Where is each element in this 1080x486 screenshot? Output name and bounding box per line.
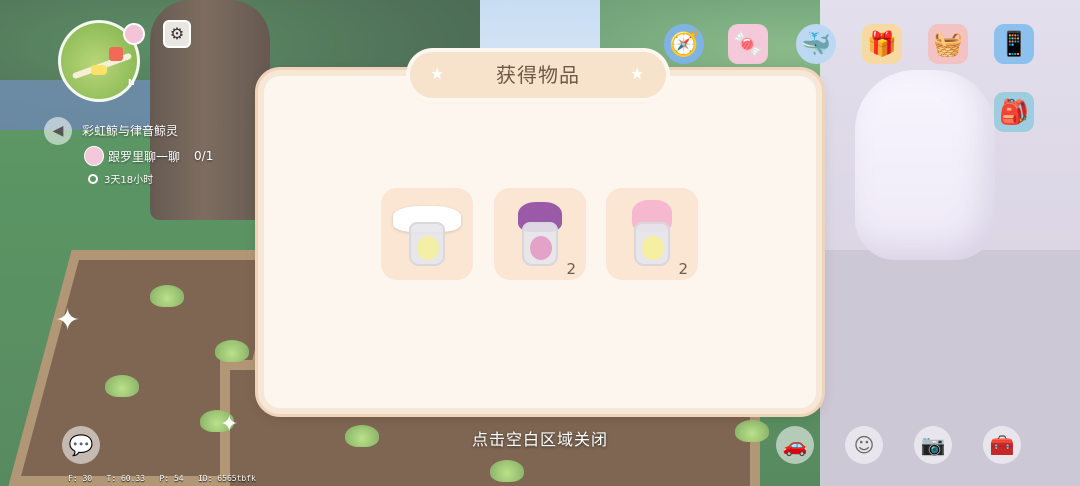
toolbox-icon[interactable]: 🧰: [983, 426, 1021, 464]
reward-item-mymelody-jar[interactable]: 2: [606, 188, 698, 280]
emote-icon[interactable]: ☺: [845, 426, 883, 464]
car-icon[interactable]: 🚗: [776, 426, 814, 464]
quest-timer: 3天18小时: [88, 171, 153, 186]
reward-item-cinnamoroll-jar[interactable]: [381, 188, 473, 280]
camera-icon[interactable]: 📷: [914, 426, 952, 464]
dialog-title: 获得物品: [496, 63, 580, 87]
collapse-quest-button[interactable]: ◀: [44, 117, 72, 145]
minimap-avatar: [123, 23, 145, 45]
candy-icon[interactable]: 🍬: [728, 24, 768, 64]
dialog-header: ★ 获得物品 ★: [410, 52, 666, 98]
player-marker-icon: [91, 65, 107, 75]
backpack-icon[interactable]: 🎒: [994, 92, 1034, 132]
jar-fill: [642, 236, 664, 260]
clock-icon: [88, 173, 98, 184]
home-icon: [109, 47, 123, 61]
item-count: 2: [678, 260, 688, 278]
compass-icon[interactable]: 🧭: [664, 24, 704, 64]
whale-icon[interactable]: 🐳: [796, 24, 836, 64]
jar-fill: [417, 236, 439, 260]
item-count: 2: [566, 260, 576, 278]
reward-item-kuromi-jar[interactable]: 2: [494, 188, 586, 280]
north-label: N: [128, 78, 135, 87]
shop-basket-icon[interactable]: 🧺: [928, 24, 968, 64]
calendar-icon[interactable]: ⚙: [163, 20, 191, 48]
phone-icon[interactable]: 📱: [994, 24, 1034, 64]
debug-stats: F: 30 T: 60.33 P: 54 ID: 6565tbfk: [68, 474, 256, 483]
npc-avatar: [84, 146, 104, 166]
jar-icon: [522, 222, 558, 266]
close-hint: 点击空白区域关闭: [471, 430, 608, 449]
jar-icon: [409, 222, 445, 266]
quest-task[interactable]: 跟罗里聊一聊 0/1: [84, 146, 213, 166]
gift-house-icon[interactable]: 🎁: [862, 24, 902, 64]
jar-icon: [634, 222, 670, 266]
quest-progress: 0/1: [194, 149, 214, 163]
star-icon: ★: [630, 64, 645, 83]
quest-task-label: 跟罗里聊一聊: [108, 149, 181, 164]
quest-title[interactable]: 彩虹鲸与律音鲸灵: [82, 122, 178, 139]
chat-icon[interactable]: 💬: [62, 426, 100, 464]
jar-fill: [530, 236, 552, 260]
quest-time-left: 3天18小时: [104, 175, 154, 186]
minimap[interactable]: [58, 20, 145, 102]
